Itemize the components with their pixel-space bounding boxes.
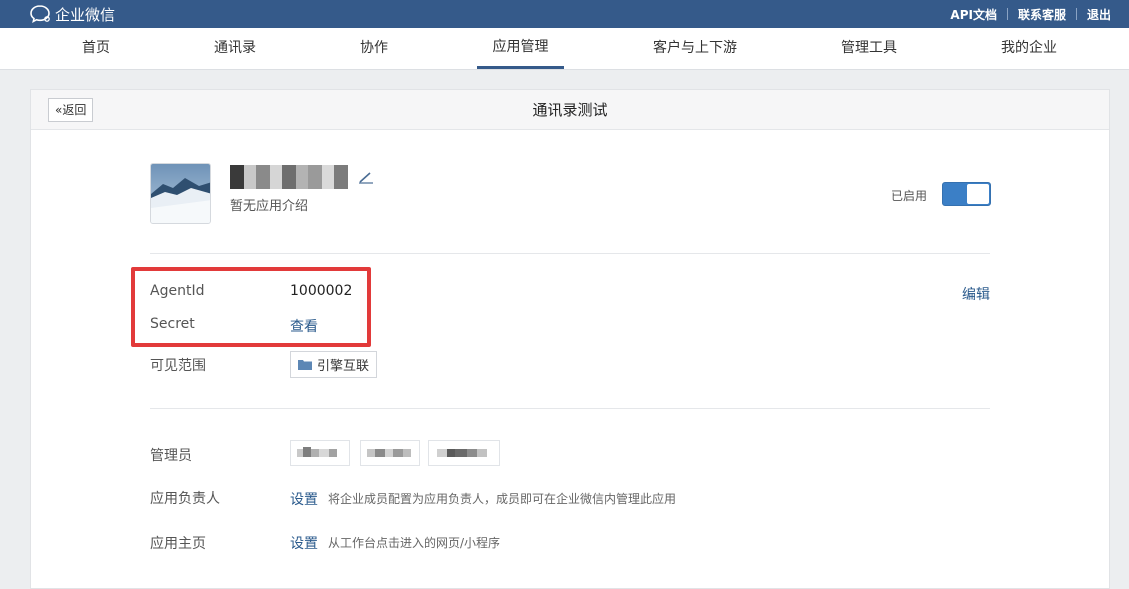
main-nav: 首页 通讯录 协作 应用管理 客户与上下游 管理工具 我的企业 [0,28,1129,70]
redacted-block [256,165,270,189]
top-bar: 企业微信 API文档 联系客服 退出 [0,0,1129,28]
redacted-block [282,165,296,189]
app-avatar[interactable] [150,163,211,224]
nav-item-my-enterprise[interactable]: 我的企业 [993,28,1065,69]
owner-set-link[interactable]: 设置 [290,489,318,509]
redacted-avatar [437,449,487,457]
wecom-logo-icon [30,5,50,24]
owner-hint: 将企业成员配置为应用负责人，成员即可在企业微信内管理此应用 [328,492,677,506]
redacted-block [322,165,334,189]
api-docs-link[interactable]: API文档 [950,6,997,23]
nav-item-app-management[interactable]: 应用管理 [477,28,564,69]
divider [150,253,990,254]
status-label: 已启用 [891,189,928,203]
brand-name: 企业微信 [55,5,116,24]
link-divider [1075,8,1077,20]
contact-support-link[interactable]: 联系客服 [1018,6,1066,23]
redacted-avatar [367,449,411,457]
page-title: 通讯录测试 [532,101,608,119]
homepage-hint: 从工作台点击进入的网页/小程序 [328,536,501,550]
nav-item-collaboration[interactable]: 协作 [350,28,398,69]
owner-label: 应用负责人 [150,491,220,507]
logout-link[interactable]: 退出 [1087,6,1111,23]
redacted-block [296,165,308,189]
admin-chip[interactable] [290,440,350,466]
redacted-block [308,165,322,189]
homepage-label: 应用主页 [150,536,206,552]
visibility-tag-label: 引擎互联 [317,359,370,374]
top-links: API文档 联系客服 退出 [950,0,1111,28]
redacted-block [244,165,256,189]
redacted-block [230,165,244,189]
app-description: 暂无应用介绍 [230,199,309,214]
redacted-block [270,165,282,189]
redacted-block [334,165,348,189]
admin-label: 管理员 [150,448,192,464]
pencil-icon[interactable] [358,170,374,184]
enable-toggle[interactable] [942,182,991,206]
divider [150,408,990,409]
admin-chip[interactable] [428,440,500,466]
toggle-knob [967,184,989,204]
nav-item-customers[interactable]: 客户与上下游 [646,28,744,69]
brand-logo[interactable]: 企业微信 [30,3,115,25]
app-name-redacted [230,165,352,189]
edit-link[interactable]: 编辑 [962,284,990,304]
app-detail-card: «返回 通讯录测试 暂无应用介绍 已启用 AgentId 1000002 Sec… [30,89,1110,589]
card-header: «返回 通讯录测试 [31,90,1109,130]
redacted-avatar [297,447,337,457]
nav-item-home[interactable]: 首页 [66,28,126,69]
mountain-image-icon [151,164,210,223]
admin-chip[interactable] [360,440,420,466]
folder-icon [298,360,312,370]
homepage-set-link[interactable]: 设置 [290,533,318,553]
highlight-box [131,267,371,347]
nav-item-contacts[interactable]: 通讯录 [200,28,270,69]
nav-item-management-tools[interactable]: 管理工具 [833,28,905,69]
link-divider [1006,8,1008,20]
visibility-tag[interactable]: 引擎互联 [290,351,378,378]
visibility-label: 可见范围 [150,358,206,374]
